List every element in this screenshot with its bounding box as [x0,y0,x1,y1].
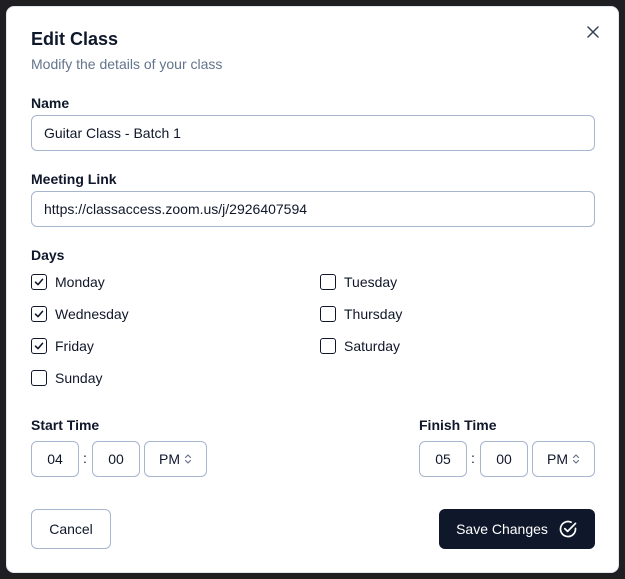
meeting-link-label: Meeting Link [31,171,117,187]
close-button[interactable] [584,23,602,41]
day-checkbox-friday[interactable]: Friday [31,338,94,354]
chevrons-up-down-icon [572,453,580,465]
name-input[interactable] [31,115,595,151]
day-label-tuesday: Tuesday [344,274,398,290]
day-label-friday: Friday [55,338,94,354]
checkbox-box[interactable] [31,370,47,386]
checkbox-box[interactable] [31,274,47,290]
finish-time-label: Finish Time [419,417,497,433]
finish-minute-input[interactable]: 00 [480,441,528,477]
checkbox-box[interactable] [320,338,336,354]
save-button-label: Save Changes [456,521,548,537]
finish-hour-input[interactable]: 05 [419,441,467,477]
day-checkbox-monday[interactable]: Monday [31,274,105,290]
name-label: Name [31,95,70,111]
save-changes-button[interactable]: Save Changes [439,509,595,549]
start-time-label: Start Time [31,417,100,433]
finish-period-select[interactable]: PM [532,441,595,477]
day-label-thursday: Thursday [344,306,403,322]
day-checkbox-thursday[interactable]: Thursday [320,306,402,322]
cancel-button[interactable]: Cancel [31,509,111,549]
checkmark-icon [34,310,44,318]
day-label-wednesday: Wednesday [55,306,129,322]
finish-time-separator: : [471,450,475,466]
day-label-monday: Monday [55,274,105,290]
close-icon [587,26,599,38]
checkbox-box[interactable] [31,338,47,354]
start-hour-input[interactable]: 04 [31,441,79,477]
meeting-link-input[interactable] [31,191,595,227]
finish-period-value: PM [547,451,568,467]
start-period-select[interactable]: PM [144,441,207,477]
days-label: Days [31,247,65,263]
dialog-title: Edit Class [31,29,119,49]
start-minute-input[interactable]: 00 [92,441,140,477]
chevrons-up-down-icon [184,453,192,465]
checkmark-icon [34,342,44,350]
edit-class-dialog: Edit Class Modify the details of your cl… [6,6,619,573]
day-checkbox-tuesday[interactable]: Tuesday [320,274,397,290]
day-label-saturday: Saturday [344,338,401,354]
checkbox-box[interactable] [320,306,336,322]
start-time-separator: : [83,450,87,466]
checkmark-icon [34,278,44,286]
dialog-subtitle: Modify the details of your class [31,56,223,72]
start-period-value: PM [159,451,180,467]
day-label-sunday: Sunday [55,370,103,386]
check-circle-icon [558,519,578,539]
cancel-button-label: Cancel [49,521,93,537]
day-checkbox-sunday[interactable]: Sunday [31,370,102,386]
day-checkbox-saturday[interactable]: Saturday [320,338,400,354]
checkbox-box[interactable] [31,306,47,322]
day-checkbox-wednesday[interactable]: Wednesday [31,306,129,322]
checkbox-box[interactable] [320,274,336,290]
